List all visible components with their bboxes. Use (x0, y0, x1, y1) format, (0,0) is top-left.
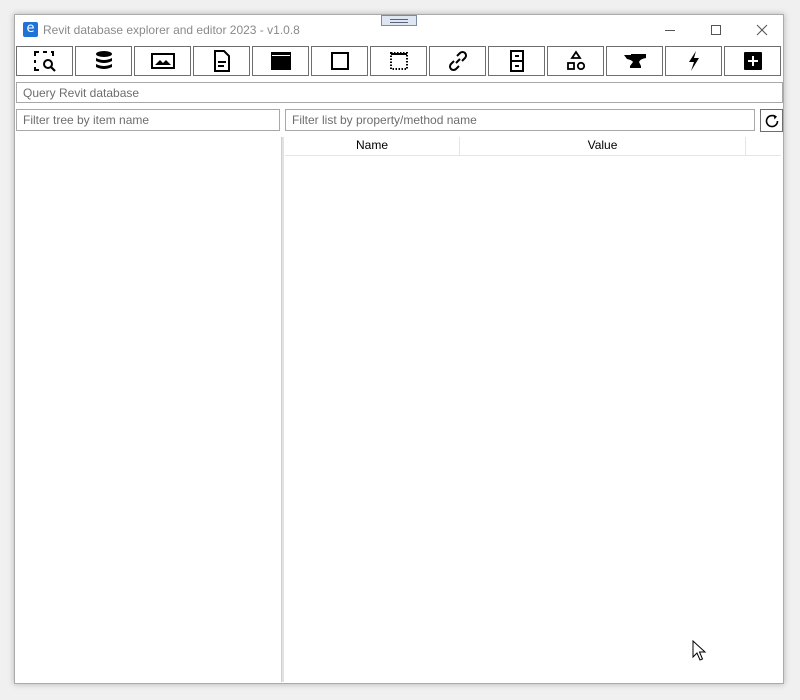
document-button[interactable] (193, 46, 250, 76)
toolbar (16, 46, 784, 78)
maximize-button[interactable] (693, 15, 739, 45)
document-icon (213, 50, 230, 72)
close-button[interactable] (739, 15, 785, 45)
element-button[interactable] (311, 46, 368, 76)
storage-button[interactable] (488, 46, 545, 76)
window-icon (270, 52, 291, 70)
categories-button[interactable] (547, 46, 604, 76)
tree-filter-input[interactable]: Filter tree by item name (16, 109, 280, 131)
link-icon (448, 50, 467, 72)
column-header-value[interactable]: Value (460, 137, 746, 155)
minimize-button[interactable] (647, 15, 693, 45)
refresh-button[interactable] (760, 109, 783, 132)
selection-button[interactable] (370, 46, 427, 76)
drag-handle[interactable] (381, 15, 417, 26)
close-icon (756, 24, 768, 36)
property-list[interactable]: Name Value (285, 137, 783, 682)
mouse-cursor-icon (692, 640, 707, 661)
list-filter-input[interactable]: Filter list by property/method name (285, 109, 755, 131)
list-filter-placeholder: Filter list by property/method name (292, 113, 477, 127)
cabinet-icon (509, 50, 524, 72)
tree-filter-placeholder: Filter tree by item name (23, 113, 150, 127)
query-input[interactable]: Query Revit database (16, 82, 783, 103)
refresh-icon (765, 114, 778, 127)
element-tree[interactable] (16, 137, 280, 682)
add-button[interactable] (724, 46, 781, 76)
query-placeholder: Query Revit database (23, 86, 140, 100)
list-header: Name Value (285, 137, 781, 156)
links-button[interactable] (429, 46, 486, 76)
forge-button[interactable] (606, 46, 663, 76)
minimize-icon (665, 30, 675, 31)
app-window: e Revit database explorer and editor 202… (14, 14, 784, 684)
column-header-extra[interactable] (746, 137, 781, 155)
select-elements-button[interactable] (16, 46, 73, 76)
square-icon (330, 52, 349, 70)
shapes-icon (566, 50, 585, 71)
events-button[interactable] (665, 46, 722, 76)
database-button[interactable] (75, 46, 132, 76)
views-button[interactable] (134, 46, 191, 76)
title-bar[interactable]: e Revit database explorer and editor 202… (15, 15, 783, 45)
panel-splitter[interactable] (281, 137, 284, 682)
app-logo-icon: e (23, 22, 38, 37)
image-icon (150, 53, 175, 69)
active-view-button[interactable] (252, 46, 309, 76)
maximize-icon (711, 25, 721, 35)
window-title: Revit database explorer and editor 2023 … (43, 23, 300, 37)
dotted-square-icon (389, 52, 408, 70)
column-header-name[interactable]: Name (285, 137, 460, 155)
anvil-icon (623, 54, 646, 68)
plus-square-icon (743, 52, 762, 70)
lightning-icon (688, 51, 699, 71)
database-icon (95, 51, 112, 69)
selection-search-icon (33, 51, 56, 72)
